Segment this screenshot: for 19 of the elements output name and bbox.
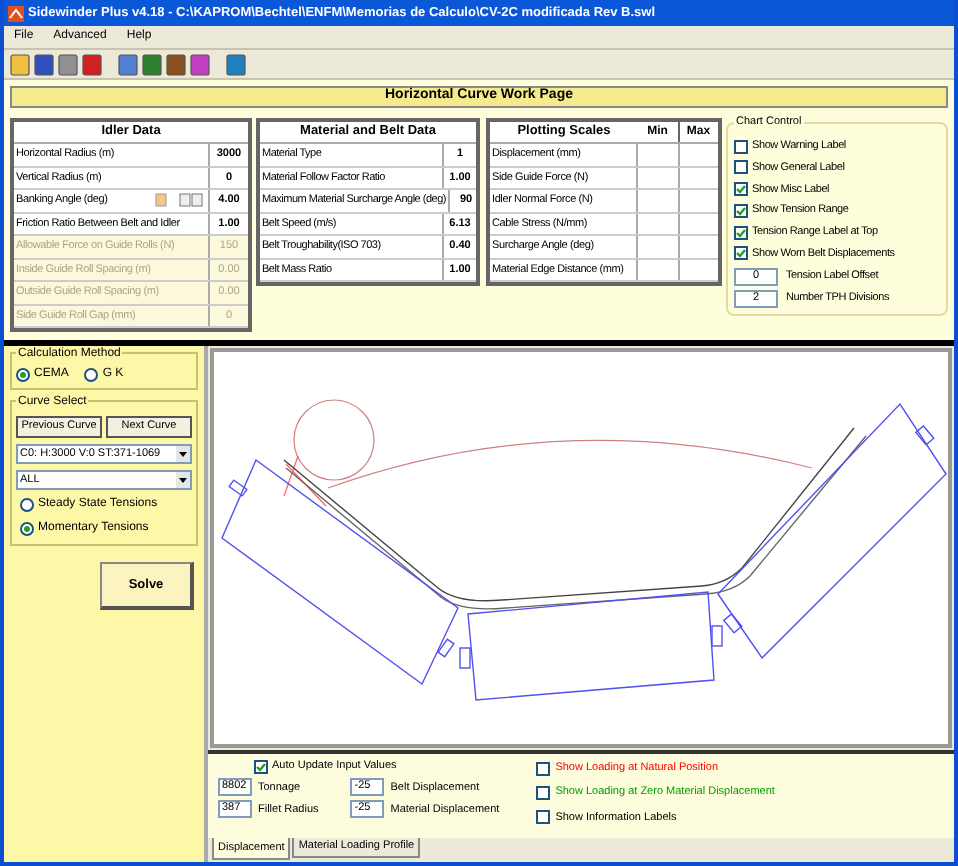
checkbox[interactable] [254,759,268,774]
checkbox[interactable] [535,761,550,776]
checkbox[interactable] [734,182,748,197]
checkbox[interactable] [734,246,748,261]
radio-button[interactable] [84,368,99,382]
checkbox[interactable] [734,160,748,175]
caret-icon [176,472,190,488]
checkbox[interactable] [535,810,550,825]
radio-button[interactable] [16,368,30,382]
load-circle-drawing [283,399,375,507]
radio-button[interactable] [20,522,34,536]
checkbox[interactable] [734,203,748,218]
app-icon [8,5,24,21]
checkbox[interactable] [535,785,550,800]
radio-button[interactable] [20,498,34,512]
checkbox[interactable] [734,139,748,154]
checkmark-icon [256,761,266,772]
checkbox[interactable] [734,225,748,240]
caret-icon [176,446,190,462]
